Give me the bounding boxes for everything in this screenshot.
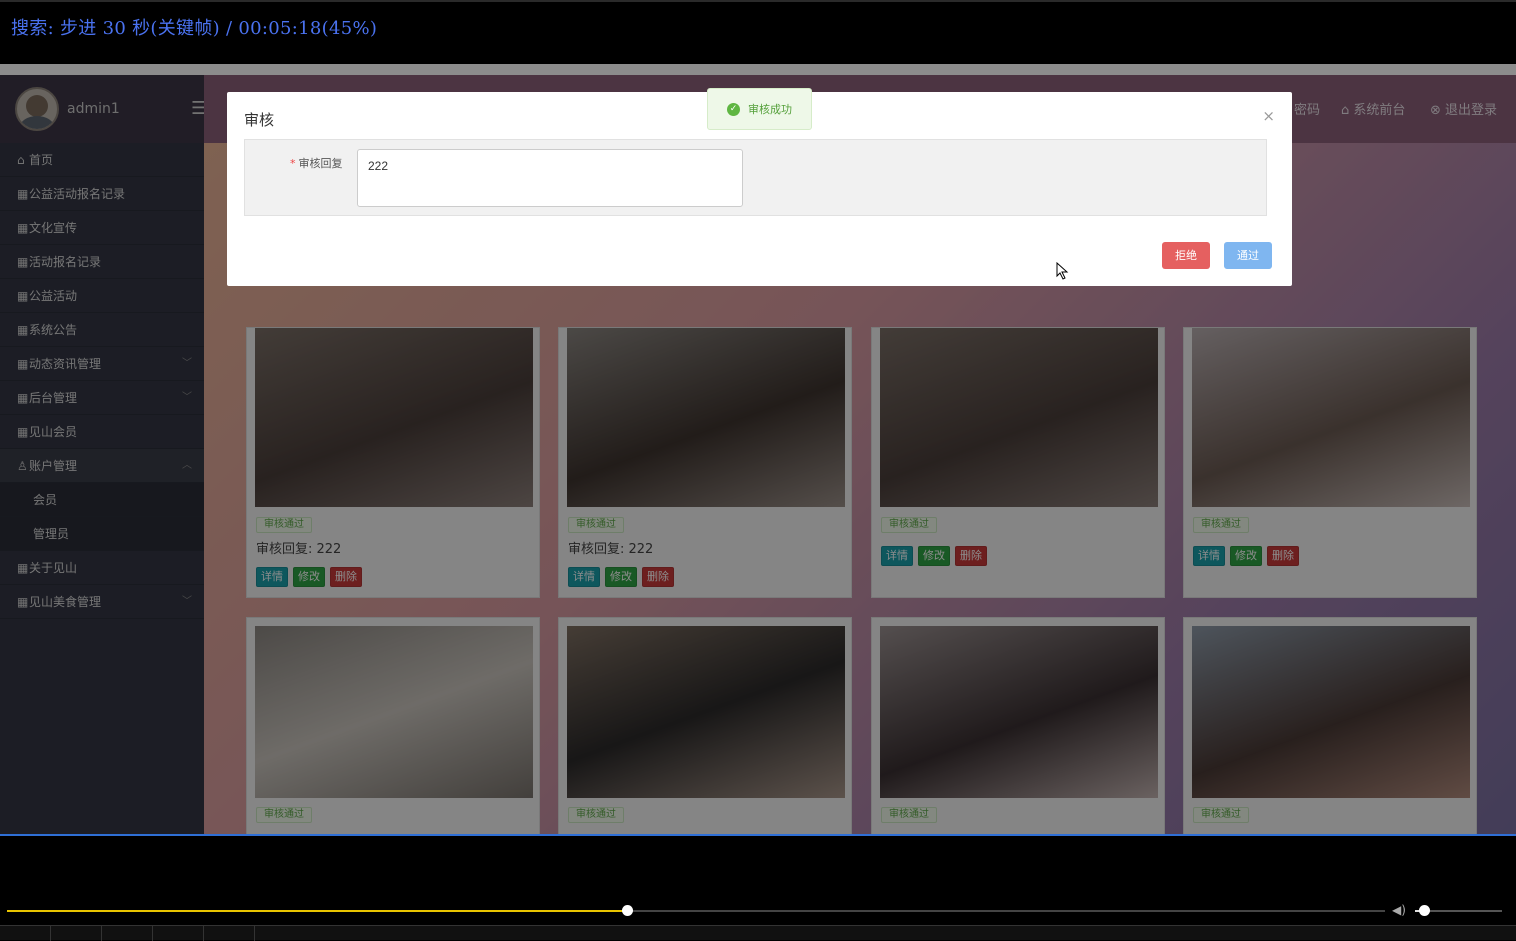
osd-text: 搜索: 步进 30 秒(关键帧) / 00:05:18(45%) [11, 18, 378, 39]
app-window: admin1 ☰ ⌂ 首页 ▦公益活动报名记录 ▦文化宣传 ▦活动报名记录 ▦公益活动 ▦系… [0, 64, 1516, 836]
volume-icon[interactable]: ◀) [1392, 903, 1410, 917]
player-controls: ◀) [0, 836, 1516, 941]
seek-handle[interactable] [622, 905, 634, 916]
check-icon: ✓ [727, 102, 740, 116]
toast-text: 审核成功 [748, 103, 792, 116]
toolbar-slot[interactable] [204, 926, 255, 941]
mouse-cursor-icon [1056, 262, 1069, 280]
reject-button[interactable]: 拒绝 [1162, 242, 1210, 269]
close-icon[interactable]: × [1262, 107, 1275, 125]
volume-handle[interactable] [1418, 905, 1430, 916]
seek-bar[interactable] [7, 910, 1385, 912]
toolbar-slot[interactable] [153, 926, 204, 941]
review-reply-label: * 审核回复 [290, 155, 343, 171]
player-toolbar [0, 925, 1516, 941]
dialog-title: 审核 [244, 111, 275, 129]
review-reply-input[interactable] [357, 149, 743, 207]
review-reply-label-text: 审核回复 [298, 157, 343, 170]
toolbar-slot[interactable] [0, 926, 51, 941]
player-osd: 搜索: 步进 30 秒(关键帧) / 00:05:18(45%) [0, 0, 1516, 64]
review-form: * 审核回复 [244, 139, 1267, 216]
required-mark: * [290, 157, 296, 170]
toolbar-slot[interactable] [102, 926, 153, 941]
toolbar-slot[interactable] [51, 926, 102, 941]
success-toast: ✓ 审核成功 [707, 88, 812, 130]
pass-button[interactable]: 通过 [1224, 242, 1272, 269]
seek-bar-fill [7, 910, 628, 912]
